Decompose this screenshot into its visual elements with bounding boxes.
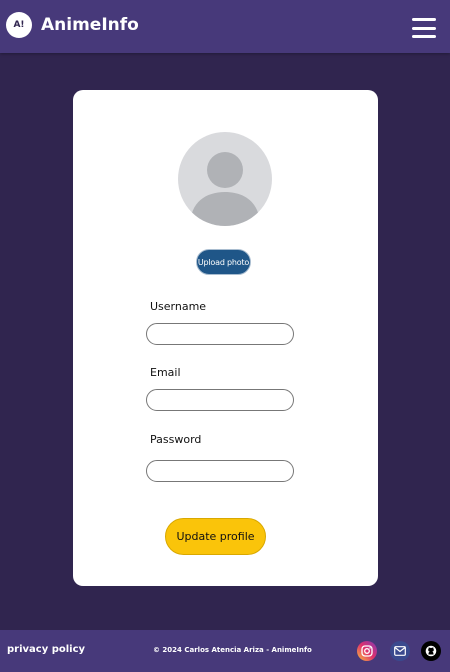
username-label: Username <box>150 300 207 313</box>
username-field[interactable] <box>146 323 294 345</box>
hamburger-menu-icon[interactable] <box>412 18 436 38</box>
email-label: Email <box>150 366 181 379</box>
copyright-text: © 2024 Carlos Atencia Ariza - AnimeInfo <box>153 646 312 654</box>
mail-icon[interactable] <box>390 641 410 661</box>
footer: privacy policy © 2024 Carlos Atencia Ari… <box>0 630 450 672</box>
menu-line <box>412 35 436 38</box>
instagram-icon[interactable] <box>357 641 377 661</box>
menu-line <box>412 26 436 30</box>
app-logo[interactable]: A! <box>6 12 32 38</box>
github-icon[interactable] <box>421 641 441 661</box>
menu-line <box>412 18 436 21</box>
password-label: Password <box>150 433 202 446</box>
password-field[interactable] <box>146 460 294 482</box>
privacy-policy-link[interactable]: privacy policy <box>7 644 85 655</box>
email-field[interactable] <box>146 389 294 411</box>
brand-name[interactable]: AnimeInfo <box>41 15 139 35</box>
profile-card: Upload photo Username Email Password Upd… <box>73 90 378 586</box>
top-navbar: A! AnimeInfo <box>0 0 450 53</box>
update-profile-button[interactable]: Update profile <box>165 518 266 555</box>
default-user-avatar-icon <box>178 132 272 226</box>
upload-photo-button[interactable]: Upload photo <box>196 249 251 275</box>
